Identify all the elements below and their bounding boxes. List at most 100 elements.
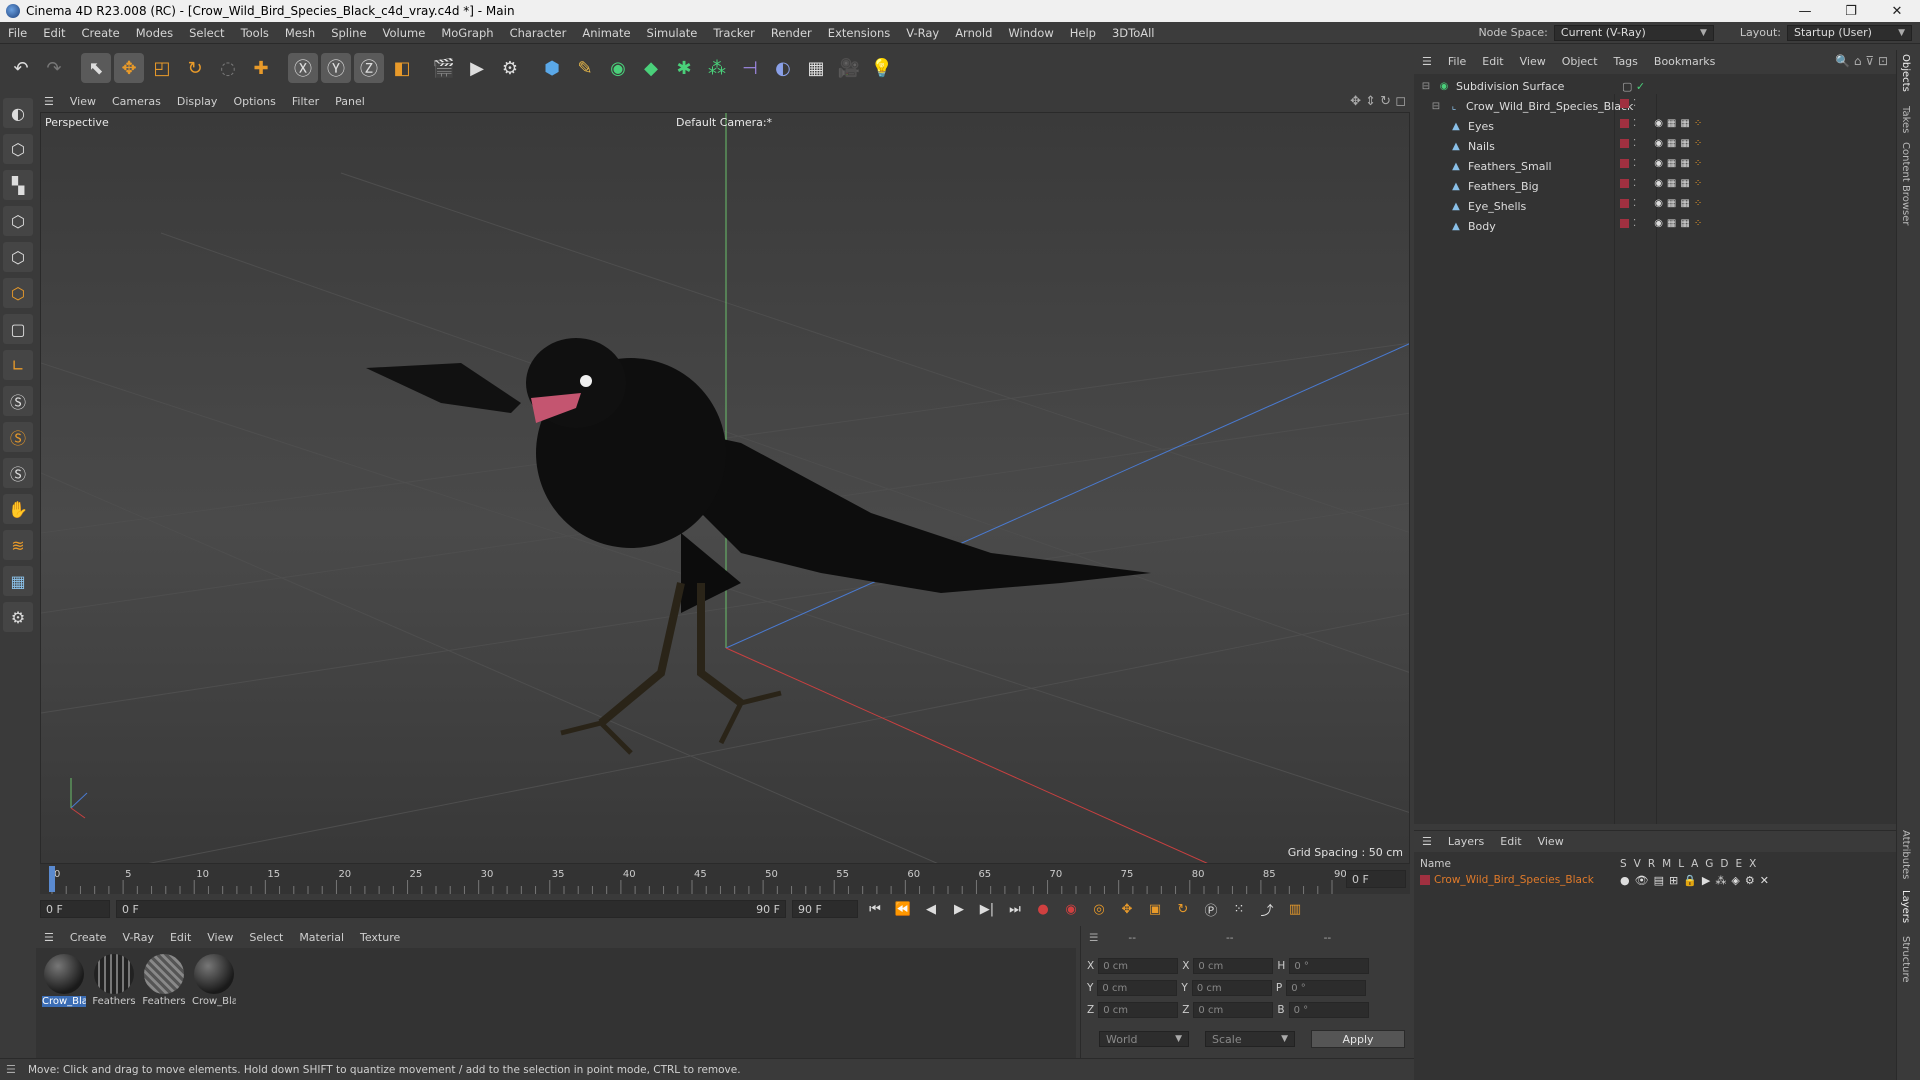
tab-layers[interactable]: Layers xyxy=(1900,890,1911,923)
material-menu-view[interactable]: View xyxy=(199,931,241,944)
material-swatch[interactable]: Feathers xyxy=(142,954,186,1007)
go-to-end-icon[interactable]: ⏭ xyxy=(1004,898,1026,920)
menu-help[interactable]: Help xyxy=(1062,26,1104,40)
end-frame-field[interactable]: 90 F xyxy=(792,900,858,918)
keyframe-selection-icon[interactable]: ◎ xyxy=(1088,898,1110,920)
prev-key-icon[interactable]: ⏪ xyxy=(892,898,914,920)
visibility-dots-icon[interactable]: ⁚ xyxy=(1633,158,1636,169)
texture-tag-icon[interactable]: ▦ xyxy=(1667,218,1676,229)
material-tags[interactable]: ◉ ▦ ▦ ⁘ xyxy=(1654,138,1702,149)
viewport-menu-panel[interactable]: Panel xyxy=(327,95,373,108)
deformer-icon[interactable]: ⊣ xyxy=(735,53,765,83)
material-tag-icon[interactable]: ◉ xyxy=(1654,158,1663,169)
menu-edit[interactable]: Edit xyxy=(35,26,73,40)
material-tags[interactable]: ◉ ▦ ▦ ⁘ xyxy=(1654,178,1702,189)
tab-objects[interactable]: Objects xyxy=(1900,54,1911,92)
menu-modes[interactable]: Modes xyxy=(128,26,181,40)
material-menu-vray[interactable]: V-Ray xyxy=(114,931,162,944)
edges-mode-icon[interactable]: ⬡ xyxy=(3,242,33,272)
layer-color-swatch[interactable] xyxy=(1620,199,1629,208)
material-swatch[interactable]: Crow_Bla xyxy=(192,954,236,1007)
layer-color-swatch[interactable] xyxy=(1620,119,1629,128)
vray-tag-icon[interactable]: ⁘ xyxy=(1694,178,1702,189)
vray-tag-icon[interactable]: ⁘ xyxy=(1694,158,1702,169)
hamburger-icon[interactable]: ☰ xyxy=(1089,932,1098,944)
key-rotation-icon[interactable]: ↻ xyxy=(1172,898,1194,920)
menu-render[interactable]: Render xyxy=(763,26,820,40)
menu-window[interactable]: Window xyxy=(1000,26,1061,40)
material-swatch[interactable]: Feathers xyxy=(92,954,136,1007)
rotate-tool-icon[interactable]: ↻ xyxy=(180,53,210,83)
view-toggle-icon[interactable]: 👁 xyxy=(1635,874,1649,887)
light-icon[interactable]: 💡 xyxy=(867,53,897,83)
key-pla-icon[interactable]: ⁙ xyxy=(1228,898,1250,920)
material-tags[interactable]: ◉ ▦ ▦ ⁘ xyxy=(1654,218,1702,229)
grid-icon[interactable]: ≋ xyxy=(3,530,33,560)
collapse-icon[interactable]: ⊟ xyxy=(1420,80,1432,92)
points-mode-icon[interactable]: ⬡ xyxy=(3,206,33,236)
layer-menu-edit[interactable]: Edit xyxy=(1492,835,1529,848)
playhead[interactable] xyxy=(49,866,55,892)
y-axis-lock-icon[interactable]: Ⓨ xyxy=(321,53,351,83)
menu-extensions[interactable]: Extensions xyxy=(820,26,898,40)
3d-viewport[interactable]: Perspective Default Camera:* Grid Spacin… xyxy=(40,112,1410,864)
scale-tool-icon[interactable]: ◰ xyxy=(147,53,177,83)
menu-mograph[interactable]: MoGraph xyxy=(433,26,501,40)
layer-row[interactable]: Crow_Wild_Bird_Species_Black xyxy=(1420,874,1594,886)
menu-create[interactable]: Create xyxy=(74,26,128,40)
texture-tag-icon[interactable]: ▦ xyxy=(1667,178,1676,189)
polygons-mode-icon[interactable]: ⬡ xyxy=(3,278,33,308)
texture-tag-icon[interactable]: ▦ xyxy=(1667,158,1676,169)
visibility-dots-icon[interactable]: ⁚ xyxy=(1633,218,1636,229)
current-frame-field[interactable]: 0 F xyxy=(1346,870,1406,888)
rotation-b-field[interactable]: 0 ° xyxy=(1288,1002,1369,1018)
workplane-icon[interactable]: ✋ xyxy=(3,494,33,524)
x-axis-lock-icon[interactable]: Ⓧ xyxy=(288,53,318,83)
menu-animate[interactable]: Animate xyxy=(574,26,638,40)
vray-tag-icon[interactable]: ⁘ xyxy=(1694,218,1702,229)
size-x-field[interactable]: 0 cm xyxy=(1193,958,1274,974)
hamburger-icon[interactable]: ☰ xyxy=(6,1063,16,1076)
cube-primitive-icon[interactable]: ⬢ xyxy=(537,53,567,83)
rotation-p-field[interactable]: 0 ° xyxy=(1286,980,1367,996)
position-y-field[interactable]: 0 cm xyxy=(1097,980,1178,996)
vray-tag-icon[interactable]: ⁘ xyxy=(1694,138,1702,149)
object-row[interactable]: ⊟ ⌞ Crow_Wild_Bird_Species_Black xyxy=(1414,96,1896,116)
model-mode-icon[interactable]: ⬡ xyxy=(3,134,33,164)
layer-color-swatch[interactable] xyxy=(1620,139,1629,148)
autokey-icon[interactable]: ◉ xyxy=(1060,898,1082,920)
render-region-icon[interactable]: 🎬 xyxy=(429,53,459,83)
texture-mode-icon[interactable]: ▚ xyxy=(3,170,33,200)
close-button[interactable]: ✕ xyxy=(1874,0,1920,22)
menu-volume[interactable]: Volume xyxy=(375,26,434,40)
quantize-icon[interactable]: Ⓢ xyxy=(3,458,33,488)
viewport-menu-filter[interactable]: Filter xyxy=(284,95,327,108)
layer-color-swatch[interactable] xyxy=(1620,99,1629,108)
menu-character[interactable]: Character xyxy=(502,26,575,40)
material-tag-icon[interactable]: ◉ xyxy=(1654,198,1663,209)
play-icon[interactable]: ▶ xyxy=(948,898,970,920)
maximize-button[interactable]: ❐ xyxy=(1828,0,1874,22)
object-menu-file[interactable]: File xyxy=(1440,55,1474,68)
hamburger-icon[interactable]: ☰ xyxy=(1414,835,1440,848)
tab-structure[interactable]: Structure xyxy=(1900,936,1911,983)
rotation-h-field[interactable]: 0 ° xyxy=(1289,958,1370,974)
visibility-dots-icon[interactable]: ⁚ xyxy=(1633,178,1636,189)
solo-toggle-icon[interactable]: ● xyxy=(1620,874,1630,887)
make-editable-icon[interactable]: ◐ xyxy=(3,98,33,128)
texture-tag-icon[interactable]: ▦ xyxy=(1680,198,1689,209)
object-menu-edit[interactable]: Edit xyxy=(1474,55,1511,68)
object-menu-tags[interactable]: Tags xyxy=(1606,55,1646,68)
recent-tools-icon[interactable]: ◌ xyxy=(213,53,243,83)
select-tool-icon[interactable]: ⬉ xyxy=(81,53,111,83)
undo-icon[interactable]: ↶ xyxy=(6,53,36,83)
deformers-toggle-icon[interactable]: ◈ xyxy=(1731,874,1739,887)
viewport-menu-view[interactable]: View xyxy=(62,95,104,108)
xref-toggle-icon[interactable]: ✕ xyxy=(1760,874,1769,887)
vray-tag-icon[interactable]: ⁘ xyxy=(1694,198,1702,209)
hamburger-icon[interactable]: ☰ xyxy=(1414,55,1440,68)
texture-tag-icon[interactable]: ▦ xyxy=(1667,118,1676,129)
extrude-icon[interactable]: ◆ xyxy=(636,53,666,83)
render-view-icon[interactable]: ▶ xyxy=(462,53,492,83)
menu-select[interactable]: Select xyxy=(181,26,232,40)
